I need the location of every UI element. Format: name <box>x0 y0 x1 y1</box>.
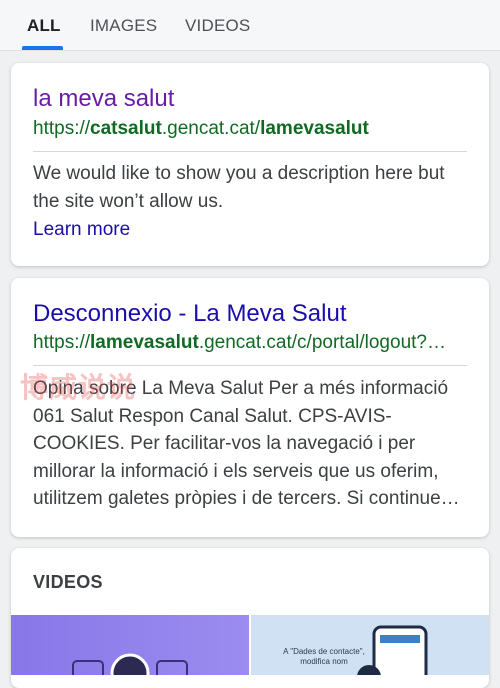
result-url-prefix: https:// <box>33 332 91 353</box>
result-url-path: lamevasalut <box>260 118 369 139</box>
result-snippet: We would like to show you a description … <box>33 163 445 212</box>
result-title-link[interactable]: la meva salut <box>33 85 174 113</box>
result-card: la meva salut https://catsalut.gencat.ca… <box>11 63 489 266</box>
active-tab-indicator <box>22 46 63 50</box>
watermark-text: 博威说说 <box>20 372 137 403</box>
result-url-domain: catsalut <box>90 118 162 139</box>
tab-images[interactable]: IMAGES <box>90 0 157 50</box>
result-url-mid: .gencat.cat/ <box>161 118 261 139</box>
result-url[interactable]: https://lamevasalut.gencat.cat/c/portal/… <box>33 332 446 354</box>
learn-more-link[interactable]: Learn more <box>33 219 130 241</box>
result-url-prefix: https:// <box>33 118 91 139</box>
phone-icon <box>357 625 428 675</box>
video-thumbnail[interactable]: A "Dades de contacte", modifica nom <box>251 615 489 675</box>
search-tabs-bar: ALL IMAGES VIDEOS <box>0 0 500 51</box>
videos-section-card: VIDEOS A "Dades de contacte", modifica n… <box>11 548 489 688</box>
result-url-domain: lamevasalut <box>90 332 199 353</box>
result-url-mid: .gencat.cat/c/portal/logout?… <box>198 332 446 353</box>
result-url[interactable]: https://catsalut.gencat.cat/lamevasalut <box>33 118 369 140</box>
tab-all[interactable]: ALL <box>27 0 61 50</box>
videos-section-header: VIDEOS <box>33 572 103 592</box>
divider <box>33 151 467 152</box>
result-card: Desconnexio - La Meva Salut https://lame… <box>11 278 489 537</box>
video-thumbnail[interactable] <box>11 615 249 688</box>
result-title-link[interactable]: Desconnexio - La Meva Salut <box>33 300 347 328</box>
tab-videos[interactable]: VIDEOS <box>185 0 250 50</box>
play-overlay-icon <box>72 653 188 688</box>
